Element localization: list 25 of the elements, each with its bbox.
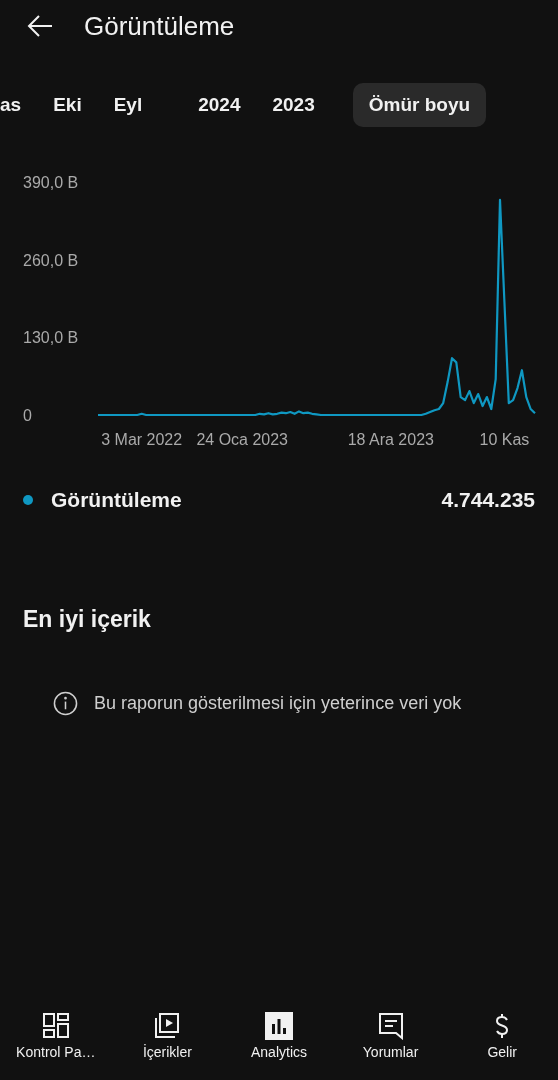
period-tab[interactable]: Eki: [37, 83, 98, 127]
nav-tab[interactable]: Gelir: [446, 1012, 558, 1074]
info-icon: [53, 691, 78, 716]
nav-tab[interactable]: Kontrol Pa…: [0, 1012, 112, 1074]
period-tab[interactable]: Ömür boyu: [352, 83, 487, 127]
period-tab[interactable]: 2024: [182, 83, 257, 127]
x-axis-label: 18 Ara 2023: [347, 431, 434, 448]
x-axis-label: 3 Mar 2022: [101, 431, 183, 448]
period-tab[interactable]: Eyl: [97, 83, 159, 127]
x-axis-label: 24 Oca 2023: [196, 431, 288, 448]
section-title: En iyi içerik: [22, 606, 152, 633]
y-axis-label: 390,0 B: [23, 174, 79, 191]
nav-tab[interactable]: İçerikler: [111, 1012, 223, 1074]
y-axis-label: 260,0 B: [23, 251, 79, 269]
legend-label: Görüntüleme: [51, 488, 183, 512]
period-tab[interactable]: as: [0, 83, 38, 127]
nav-tab[interactable]: Yorumlar: [335, 1012, 447, 1074]
empty-message: Bu raporun gösterilmesi için yeterince veri yok: [94, 693, 462, 714]
total-value: 4.744.235: [441, 488, 535, 512]
x-axis-label: 10 Kas: [479, 431, 530, 448]
y-axis-label: 0: [23, 407, 32, 424]
y-axis-label: 130,0 B: [23, 329, 79, 347]
period-tab[interactable]: 2023: [256, 83, 331, 127]
page-title: Görüntüleme: [84, 10, 235, 42]
nav-tab[interactable]: Analytics: [223, 1012, 335, 1074]
